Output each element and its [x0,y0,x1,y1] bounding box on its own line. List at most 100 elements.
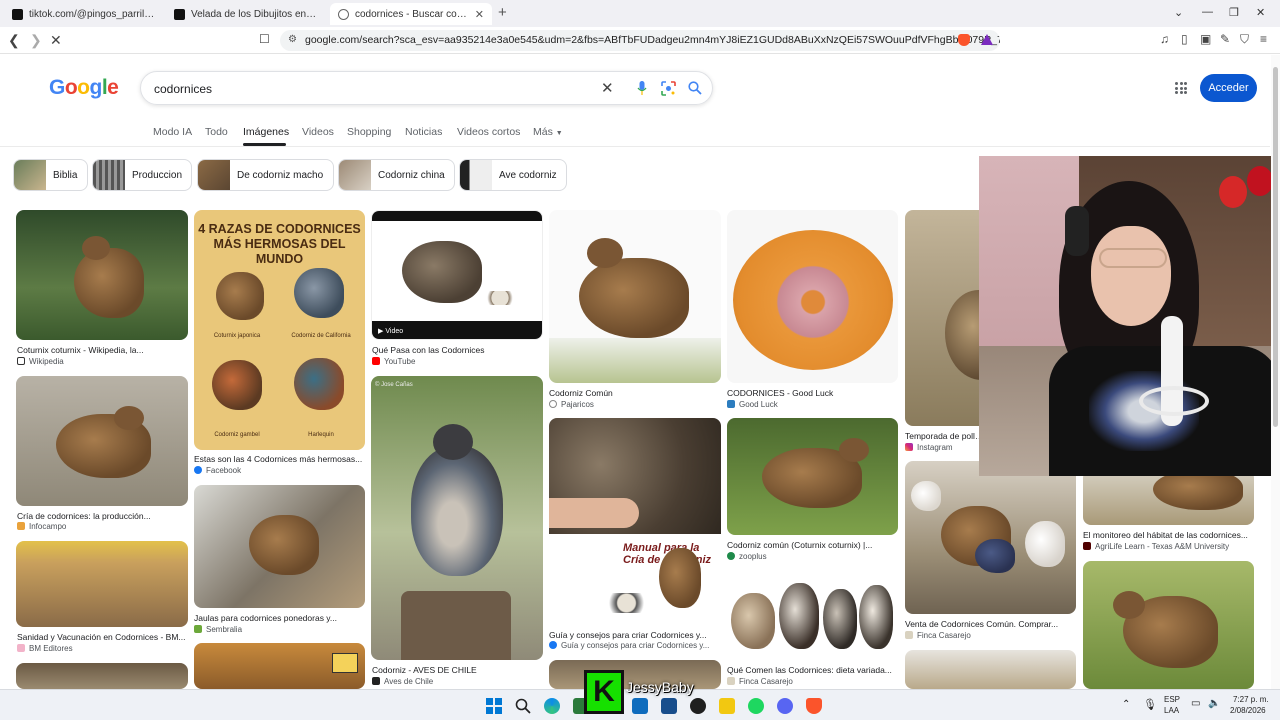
tab-list-chevron-icon[interactable]: ⌄ [1174,6,1183,19]
microphone-icon[interactable] [637,81,647,96]
brave-rewards-icon[interactable] [981,34,993,45]
result-caption[interactable]: Estas son las 4 Codornices más hermosas.… [194,454,365,464]
brave-icon[interactable] [806,698,822,714]
browser-tab-tiktok[interactable]: tiktok.com/@pingos_parrilla/video/7... [4,3,164,25]
result-image-poster[interactable]: 4 RAZAS DE CODORNICES MÁS HERMOSAS DEL M… [194,210,365,450]
result-image[interactable]: © Jose Cañas [371,376,543,660]
maximize-icon[interactable]: ❐ [1229,6,1239,19]
result-source[interactable]: Good Luck [727,400,898,409]
sidebar-icon[interactable]: ▯ [1181,32,1188,46]
brave-shield-icon[interactable] [958,34,970,46]
keyboard-layout[interactable]: LAA [1164,706,1179,715]
result-caption[interactable]: Cría de codornices: la producción... [17,511,187,521]
page-scrollbar[interactable] [1271,55,1280,689]
result-image-video[interactable]: ▶ Video [371,210,543,340]
tab-videos-cortos[interactable]: Videos cortos [457,126,520,138]
tab-modo-ia[interactable]: Modo IA [153,126,192,138]
result-image[interactable] [727,571,898,660]
result-image[interactable] [194,643,365,689]
tray-chevron-icon[interactable]: ⌃ [1122,699,1130,710]
language-code[interactable]: ESP [1164,695,1180,704]
chip-ave-codorniz[interactable]: Ave codorniz [459,159,567,191]
result-source[interactable]: Guía y consejos para criar Codornices y.… [549,641,721,650]
result-image[interactable] [194,485,365,608]
browser-tab-google[interactable]: codornices - Buscar con Google ✕ [330,3,492,25]
search-input[interactable]: codornices [154,82,212,96]
result-source[interactable]: Wikipedia [17,357,187,366]
result-source[interactable]: YouTube [372,357,542,366]
chip-produccion[interactable]: Produccion [92,159,192,191]
tab-todo[interactable]: Todo [205,126,228,138]
file-explorer-icon[interactable] [719,698,735,714]
tab-videos[interactable]: Videos [302,126,334,138]
close-window-icon[interactable]: ✕ [1256,6,1265,19]
result-source[interactable]: Facebook [194,466,365,475]
result-image[interactable] [905,650,1076,689]
result-image[interactable] [1083,561,1254,689]
result-caption[interactable]: Codorniz Común [549,388,721,398]
clock-time[interactable]: 7:27 p. m. [1233,695,1269,704]
search-icon[interactable] [688,81,702,95]
result-image[interactable] [16,541,188,627]
minimize-icon[interactable]: — [1202,6,1213,18]
menu-icon[interactable]: ≡ [1260,32,1267,46]
vpn-icon[interactable]: ⛉ [1240,32,1249,47]
app-icon[interactable] [661,698,677,714]
result-source[interactable]: Aves de Chile [372,677,542,686]
result-caption[interactable]: Guía y consejos para criar Codornices y.… [549,630,721,640]
result-source[interactable]: Pajaricos [549,400,721,409]
google-logo[interactable]: Google [49,76,119,100]
browser-tab-roblox[interactable]: Velada de los Dibujitos en Roblox - C... [166,3,326,25]
tab-noticias[interactable]: Noticias [405,126,442,138]
stop-icon[interactable]: ✕ [50,32,62,49]
media-icon[interactable]: ♫ [1160,32,1169,46]
result-source[interactable]: Sembralia [194,625,365,634]
discord-icon[interactable] [777,698,793,714]
result-source[interactable]: BM Editores [17,644,187,653]
tab-imagenes[interactable]: Imágenes [243,126,289,138]
signin-button[interactable]: Acceder [1200,74,1257,102]
result-source[interactable]: AgriLife Learn - Texas A&M University [1083,542,1254,551]
clock-date[interactable]: 2/08/2026 [1230,706,1266,715]
tab-mas[interactable]: Más ▼ [533,126,563,138]
outlook-icon[interactable] [632,698,648,714]
app-icon[interactable] [690,698,706,714]
chip-de-codorniz-macho[interactable]: De codorniz macho [197,159,334,191]
close-tab-icon[interactable]: ✕ [475,8,484,21]
result-source[interactable]: Finca Casarejo [905,631,1076,640]
result-caption[interactable]: El monitoreo del hábitat de las codornic… [1083,530,1254,540]
result-image[interactable] [727,210,898,383]
windows-start-icon[interactable] [486,698,502,714]
result-caption[interactable]: Sanidad y Vacunación en Codornices - BM.… [17,632,187,642]
result-caption[interactable]: Codorniz común (Coturnix coturnix) |... [727,540,898,550]
result-caption[interactable]: Venta de Codornices Común. Comprar... [905,619,1076,629]
volume-icon[interactable]: 🔈 [1208,698,1220,709]
result-source[interactable]: zooplus [727,552,898,561]
network-icon[interactable]: ▭ [1191,698,1200,709]
forward-icon[interactable]: ❯ [30,32,42,49]
new-tab-icon[interactable]: + [498,4,507,21]
back-icon[interactable]: ❮ [8,32,20,49]
result-caption[interactable]: Qué Comen las Codornices: dieta variada.… [727,665,898,675]
result-caption[interactable]: CODORNICES - Good Luck [727,388,898,398]
chip-biblia[interactable]: Biblia [13,159,88,191]
result-image[interactable] [727,418,898,535]
wallet-icon[interactable]: ▣ [1200,32,1211,46]
result-source[interactable]: Infocampo [17,522,187,531]
result-image[interactable] [16,376,188,506]
google-apps-icon[interactable] [1175,82,1187,94]
result-image[interactable] [1083,470,1254,525]
microphone-icon[interactable]: 🎙 [1143,698,1157,711]
result-source[interactable]: Finca Casarejo [727,677,898,686]
scrollbar-thumb[interactable] [1273,67,1278,427]
result-image[interactable] [549,210,721,383]
lens-icon[interactable] [661,81,676,96]
result-caption[interactable]: Temporada de pollu... [905,431,985,441]
edge-icon[interactable] [544,698,560,714]
bookmark-icon[interactable]: ☐ [259,32,270,46]
site-info-icon[interactable]: ⚙ [288,34,297,45]
result-caption[interactable]: Jaulas para codornices ponedoras y... [194,613,365,623]
result-caption[interactable]: Coturnix coturnix - Wikipedia, la... [17,345,187,355]
result-caption[interactable]: Qué Pasa con las Codornices [372,345,542,355]
chip-codorniz-china[interactable]: Codorniz china [338,159,455,191]
